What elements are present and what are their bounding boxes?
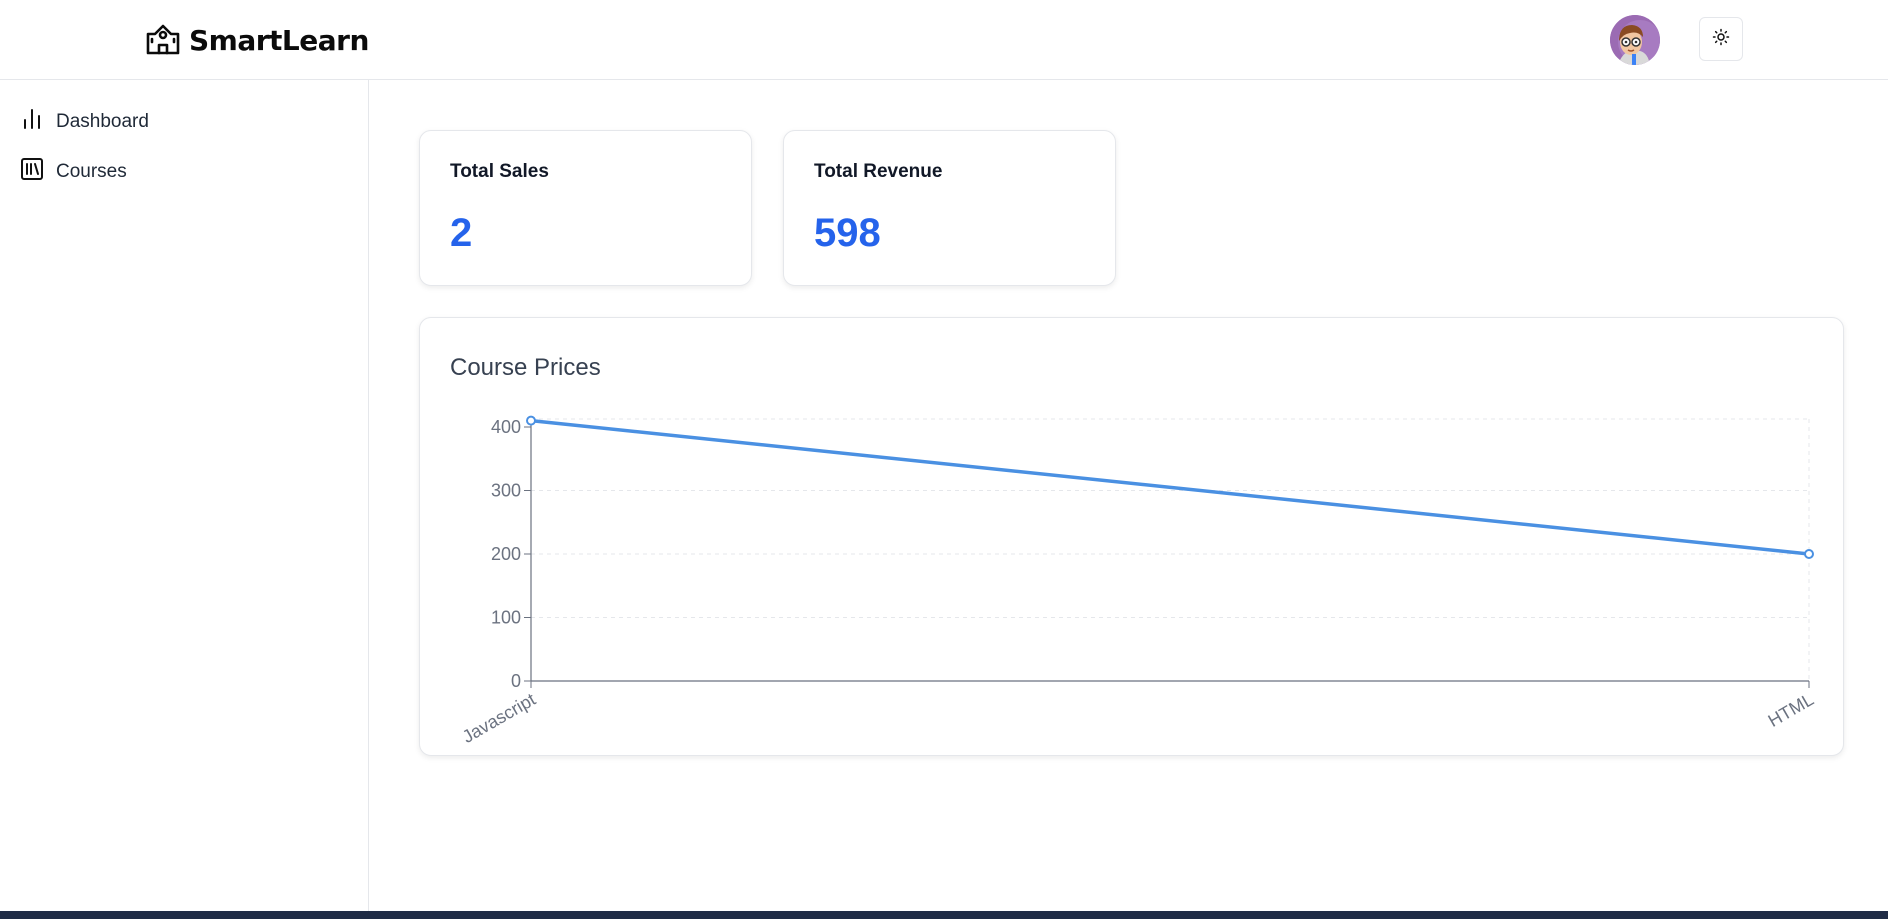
x-tick-label: HTML: [1765, 689, 1817, 731]
app-name: SmartLearn: [189, 24, 369, 57]
sidebar: Dashboard Courses: [0, 80, 369, 911]
course-prices-card: Course Prices 0 100 200 300 400 Javascript HTM…: [419, 317, 1844, 756]
y-tick-label: 0: [511, 671, 521, 691]
sidebar-item-label: Dashboard: [56, 111, 149, 132]
stat-value: 598: [814, 211, 881, 255]
app-logo[interactable]: SmartLearn: [145, 20, 369, 61]
bar-chart-icon: [20, 107, 44, 137]
top-header: SmartLearn: [0, 0, 1888, 80]
taskbar: [0, 911, 1888, 919]
total-sales-card: Total Sales 2: [419, 130, 752, 286]
user-avatar[interactable]: [1610, 15, 1660, 65]
x-tick-label: Javascript: [459, 689, 539, 747]
y-tick-label: 200: [491, 544, 521, 564]
sun-icon: [1712, 28, 1730, 51]
stat-value: 2: [450, 211, 473, 255]
data-point: [1804, 549, 1814, 559]
y-tick-label: 400: [491, 417, 521, 437]
sidebar-item-dashboard[interactable]: Dashboard: [20, 107, 149, 137]
total-revenue-card: Total Revenue 598: [783, 130, 1116, 286]
theme-toggle-button[interactable]: [1699, 17, 1743, 61]
sidebar-item-label: Courses: [56, 161, 127, 182]
stat-title: Total Revenue: [814, 161, 943, 182]
sidebar-item-courses[interactable]: Courses: [20, 157, 127, 187]
data-point: [526, 415, 536, 426]
stat-title: Total Sales: [450, 161, 549, 182]
library-icon: [20, 157, 44, 187]
school-icon: [145, 20, 181, 61]
y-tick-label: 100: [491, 608, 521, 628]
y-tick-label: 300: [491, 481, 521, 501]
course-prices-chart: 0 100 200 300 400 Javascript HTML: [459, 415, 1817, 747]
price-line: [530, 418, 1810, 556]
